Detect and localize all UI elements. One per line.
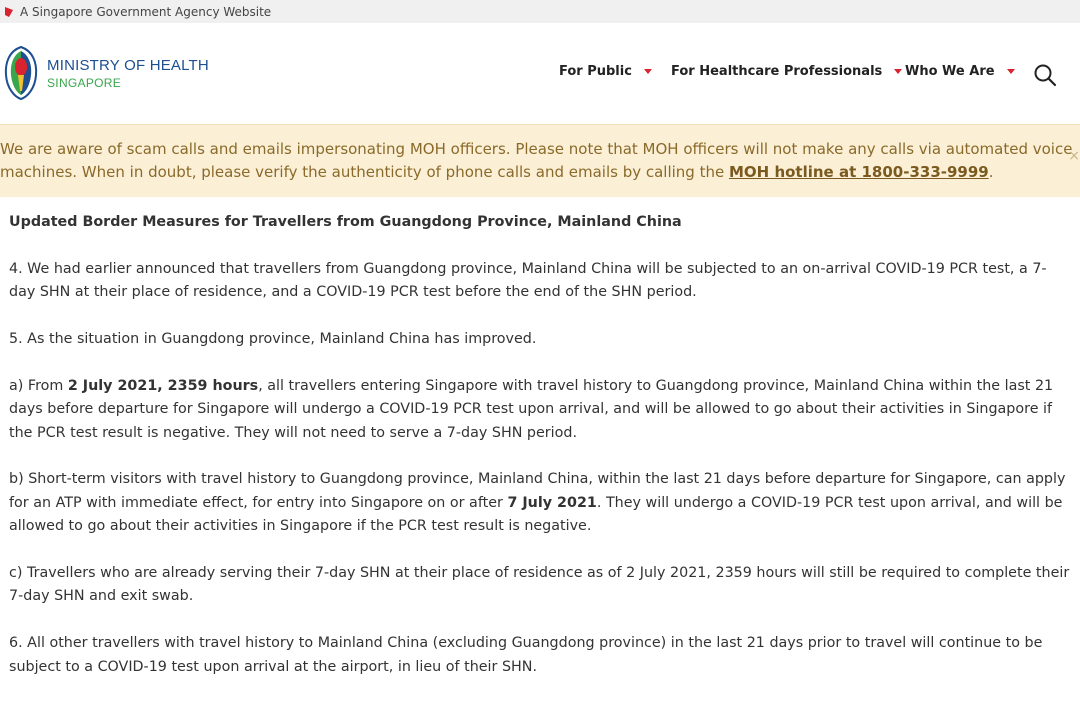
chevron-down-icon: [643, 69, 652, 74]
nav-who-we-are-label: Who We Are: [905, 64, 995, 79]
paragraph-a: a) From 2 July 2021, 2359 hours, all tra…: [9, 375, 1071, 445]
lion-head-icon: [5, 6, 13, 17]
paragraph-b: b) Short-term visitors with travel histo…: [9, 468, 1071, 538]
paragraph-5: 5. As the situation in Guangdong provinc…: [9, 331, 537, 347]
paragraph-c: c) Travellers who are already serving th…: [9, 565, 1070, 605]
brand-title[interactable]: MINISTRY OF HEALTH: [47, 57, 209, 74]
alert-line-1: We are aware of scam calls and emails im…: [0, 140, 1073, 158]
paragraph-a-prefix: a) From: [9, 377, 68, 394]
alert-line-2-suffix: .: [988, 163, 994, 181]
alert-line-2-prefix: machines. When in doubt, please verify t…: [0, 163, 729, 181]
nav-who-we-are[interactable]: Who We Are: [905, 64, 1015, 79]
search-icon[interactable]: [1033, 63, 1057, 87]
brand-subtitle: SINGAPORE: [47, 76, 122, 90]
moh-hotline-link[interactable]: MOH hotline at 1800-333-9999: [729, 163, 989, 181]
nav-for-healthcare-professionals-label: For Healthcare Professionals: [671, 64, 883, 79]
paragraph-b-date: 7 July 2021: [507, 494, 597, 511]
masthead-text: A Singapore Government Agency Website: [20, 4, 272, 19]
article-content: Updated Border Measures for Travellers f…: [9, 211, 1071, 702]
scam-alert-banner: We are aware of scam calls and emails im…: [0, 124, 1080, 197]
nav-for-public[interactable]: For Public: [559, 64, 652, 79]
alert-line-2: machines. When in doubt, please verify t…: [0, 161, 994, 184]
article-heading: Updated Border Measures for Travellers f…: [9, 214, 682, 230]
site-header: MINISTRY OF HEALTH SINGAPORE For Public …: [0, 23, 1080, 124]
chevron-down-icon: [1006, 69, 1015, 74]
nav-for-public-label: For Public: [559, 64, 632, 79]
paragraph-6: 6. All other travellers with travel hist…: [9, 635, 1043, 675]
paragraph-a-date: 2 July 2021, 2359 hours: [67, 377, 259, 394]
nav-for-healthcare-professionals[interactable]: For Healthcare Professionals: [671, 64, 903, 79]
paragraph-4: 4. We had earlier announced that travell…: [9, 260, 1047, 301]
close-icon[interactable]: ×: [1068, 145, 1080, 168]
chevron-down-icon: [894, 69, 903, 74]
moh-logo-icon[interactable]: [3, 45, 39, 101]
government-masthead: A Singapore Government Agency Website: [0, 0, 1080, 23]
